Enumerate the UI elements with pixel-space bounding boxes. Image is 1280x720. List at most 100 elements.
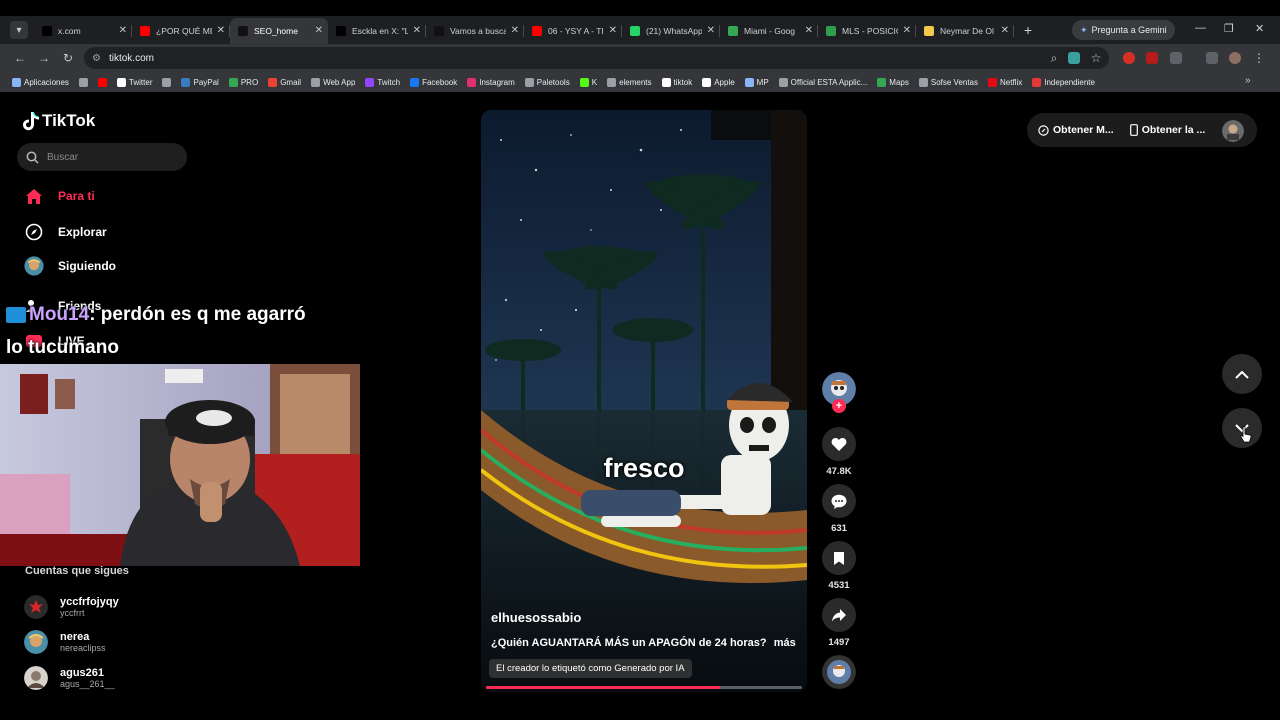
- bookmark-item[interactable]: PayPal: [181, 77, 219, 87]
- extensions-puzzle-icon[interactable]: [1170, 52, 1182, 64]
- video-player[interactable]: fresco elhuesossabio ¿Quién AGUANTARÁ MÁ…: [481, 110, 807, 692]
- bookmark-item[interactable]: PRO: [228, 77, 259, 87]
- more-link[interactable]: más: [774, 637, 796, 649]
- get-coins-label: Obtener M...: [1053, 124, 1114, 136]
- tab-favicon-icon: [42, 26, 52, 36]
- tiktok-logo[interactable]: TikTok: [22, 111, 95, 131]
- tab-search-button[interactable]: ▾: [10, 21, 28, 39]
- bookmark-label: PRO: [240, 77, 259, 87]
- followed-account[interactable]: agus261 agus__261__: [24, 666, 115, 690]
- tab-close-icon[interactable]: ✕: [1001, 25, 1009, 36]
- video-progress-bar[interactable]: [486, 686, 802, 689]
- tab-title: Vamos a busca: [450, 26, 506, 36]
- bookmark-item[interactable]: tiktok: [661, 77, 692, 87]
- comment-button[interactable]: [822, 484, 856, 518]
- browser-tab[interactable]: Miami - Goog ✕: [720, 18, 818, 44]
- bookmark-item[interactable]: Apple: [702, 77, 735, 87]
- comment-count: 631: [831, 523, 847, 534]
- tab-close-icon[interactable]: ✕: [315, 25, 323, 36]
- bookmark-item[interactable]: [162, 77, 172, 87]
- tab-close-icon[interactable]: ✕: [119, 25, 127, 36]
- reload-icon[interactable]: ↻: [56, 51, 80, 65]
- zoom-icon[interactable]: ⌕: [1042, 51, 1066, 66]
- nav-item-explorar[interactable]: Explorar: [24, 222, 107, 242]
- tab-close-icon[interactable]: ✕: [903, 25, 911, 36]
- previous-video-button[interactable]: [1222, 354, 1262, 394]
- back-icon[interactable]: ←: [8, 51, 32, 65]
- tab-close-icon[interactable]: ✕: [707, 25, 715, 36]
- bookmark-item[interactable]: elements: [607, 77, 652, 87]
- tiktok-wordmark: TikTok: [42, 111, 96, 130]
- bookmark-item[interactable]: [97, 77, 107, 87]
- bookmark-item[interactable]: MP: [744, 77, 769, 87]
- share-button[interactable]: [822, 598, 856, 632]
- tab-title: ¿POR QUÉ ME: [156, 26, 212, 36]
- tab-close-icon[interactable]: ✕: [217, 25, 225, 36]
- browser-tab[interactable]: MLS - POSICIO ✕: [818, 18, 916, 44]
- follow-plus-icon[interactable]: +: [832, 399, 846, 413]
- bookmark-label: Official ESTA Applic...: [790, 77, 868, 87]
- bookmarks-overflow-icon[interactable]: »: [1245, 75, 1251, 86]
- nav-item-siguiendo[interactable]: Siguiendo: [24, 256, 116, 276]
- tab-close-icon[interactable]: ✕: [609, 25, 617, 36]
- bookmark-item[interactable]: Sofse Ventas: [918, 77, 978, 87]
- restore-icon[interactable]: ❐: [1224, 22, 1234, 35]
- bookmark-star-icon[interactable]: ☆: [1084, 51, 1108, 65]
- bookmark-item[interactable]: Twitter: [116, 77, 152, 87]
- like-button[interactable]: [822, 427, 856, 461]
- browser-tab[interactable]: 06 - YSY A - TI ✕: [524, 18, 622, 44]
- get-app-button[interactable]: Obtener la ...: [1129, 124, 1205, 136]
- account-handle: yccfrrt: [60, 607, 85, 618]
- video-author-link[interactable]: elhuesossabio: [491, 610, 581, 625]
- followed-account[interactable]: nerea nereaclipss: [24, 630, 106, 654]
- browser-tab[interactable]: Esckla en X: "L ✕: [328, 18, 426, 44]
- media-control-icon[interactable]: [1206, 52, 1218, 64]
- profile-avatar[interactable]: [1222, 120, 1244, 142]
- tab-favicon-icon: [532, 26, 542, 36]
- menu-kebab-icon[interactable]: ⋮: [1247, 51, 1271, 65]
- bookmark-item[interactable]: Twitch: [365, 77, 400, 87]
- browser-tab[interactable]: x.com ✕: [34, 18, 132, 44]
- bookmark-item[interactable]: Paletools: [524, 77, 570, 87]
- browser-tab[interactable]: SEO_home ✕: [230, 18, 328, 44]
- bookmark-item[interactable]: K: [579, 77, 597, 87]
- nav-item-para-ti[interactable]: Para ti: [24, 186, 95, 206]
- profile-icon[interactable]: [1229, 52, 1241, 64]
- bookmark-item[interactable]: Independiente: [1032, 77, 1095, 87]
- browser-tab[interactable]: Vamos a busca ✕: [426, 18, 524, 44]
- get-coins-button[interactable]: Obtener M...: [1038, 124, 1114, 136]
- gemini-button[interactable]: ✦ Pregunta a Gemini: [1072, 20, 1175, 40]
- followed-account[interactable]: yccfrfojyqy yccfrrt: [24, 595, 119, 619]
- bookmark-item[interactable]: Web App: [311, 77, 355, 87]
- browser-tab[interactable]: Neymar De Ol ✕: [916, 18, 1014, 44]
- tab-favicon-icon: [924, 26, 934, 36]
- tab-close-icon[interactable]: ✕: [413, 25, 421, 36]
- bookmark-item[interactable]: Netflix: [988, 77, 1022, 87]
- bookmark-item[interactable]: Gmail: [268, 77, 301, 87]
- forward-icon[interactable]: →: [32, 51, 56, 65]
- extension-icon-2[interactable]: [1146, 52, 1158, 64]
- new-tab-button[interactable]: +: [1018, 22, 1038, 38]
- extension-icon-1[interactable]: [1123, 52, 1135, 64]
- bookmark-item[interactable]: Maps: [877, 77, 909, 87]
- site-info-icon[interactable]: ⚙: [92, 53, 101, 64]
- save-button[interactable]: [822, 541, 856, 575]
- browser-tab[interactable]: (21) WhatsApp ✕: [622, 18, 720, 44]
- bookmark-item[interactable]: Aplicaciones: [12, 77, 69, 87]
- ai-generated-label[interactable]: El creador lo etiquetó como Generado por…: [489, 659, 692, 678]
- close-window-icon[interactable]: ✕: [1255, 22, 1264, 35]
- bookmark-item[interactable]: Official ESTA Applic...: [778, 77, 868, 87]
- video-description-text: ¿Quién AGUANTARÁ MÁS un APAGÓN de 24 hor…: [491, 637, 767, 649]
- bookmark-item[interactable]: [78, 77, 88, 87]
- tab-close-icon[interactable]: ✕: [805, 25, 813, 36]
- browser-tab[interactable]: ¿POR QUÉ ME ✕: [132, 18, 230, 44]
- bookmark-label: Paletools: [536, 77, 570, 87]
- music-disc-icon[interactable]: [822, 655, 856, 689]
- bookmark-item[interactable]: Facebook: [410, 77, 457, 87]
- tab-close-icon[interactable]: ✕: [511, 25, 519, 36]
- minimize-icon[interactable]: —: [1195, 22, 1206, 34]
- bookmark-item[interactable]: Instagram: [467, 77, 515, 87]
- search-input[interactable]: Buscar: [17, 143, 187, 171]
- install-app-icon[interactable]: [1068, 52, 1080, 64]
- address-bar[interactable]: ⚙ tiktok.com: [84, 47, 1109, 69]
